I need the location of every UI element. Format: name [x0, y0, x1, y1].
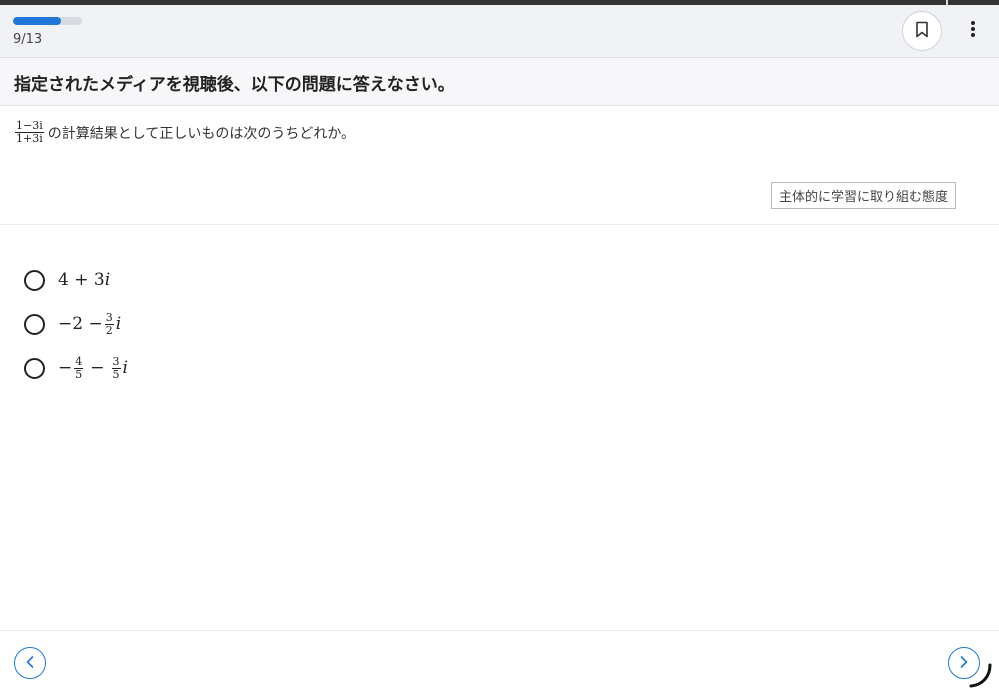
option-1-expr: 4 + 3	[58, 270, 105, 290]
header: 9/13	[0, 5, 999, 58]
fraction-numerator: 3	[111, 354, 121, 369]
bookmark-icon	[915, 21, 929, 42]
fraction-numerator: 4	[74, 354, 84, 369]
option-3-minus: −	[90, 358, 105, 378]
more-options-button[interactable]	[962, 17, 984, 45]
option-3-fraction-2: 3 5	[111, 354, 121, 381]
option-3-imag: i	[122, 358, 128, 378]
instruction-text: 指定されたメディアを視聴後、以下の問題に答えなさい。	[14, 75, 455, 95]
option-2-expr: −2 −	[58, 314, 103, 334]
question-line: 1−3i 1+3i の計算結果として正しいものは次のうちどれか。	[15, 120, 355, 145]
option-2-fraction: 3 2	[104, 310, 114, 337]
progress-bar	[13, 17, 82, 25]
bookmark-button[interactable]	[902, 11, 942, 51]
option-3-text: − 4 5 − 3 5 i	[58, 354, 128, 381]
question-area: 1−3i 1+3i の計算結果として正しいものは次のうちどれか。 主体的に学習に…	[0, 106, 999, 225]
resize-corner-icon	[968, 663, 994, 693]
option-2-imag: i	[115, 314, 122, 334]
radio-button[interactable]	[24, 313, 45, 335]
option-3-sign: −	[58, 358, 73, 378]
fraction-denominator: 1+3i	[16, 132, 43, 145]
previous-button[interactable]	[14, 647, 46, 679]
assessment-tag: 主体的に学習に取り組む態度	[771, 182, 957, 209]
answer-options: 4 + 3i −2 − 3 2 i − 4 5 − 3 5 i	[24, 258, 128, 390]
radio-button[interactable]	[24, 269, 45, 291]
option-1-text: 4 + 3i	[58, 270, 110, 290]
footer-nav	[0, 630, 999, 693]
more-vertical-icon	[970, 20, 976, 42]
option-2[interactable]: −2 − 3 2 i	[24, 302, 128, 346]
option-2-text: −2 − 3 2 i	[58, 310, 122, 337]
question-text: の計算結果として正しいものは次のうちどれか。	[47, 125, 356, 142]
chevron-left-icon	[25, 654, 35, 673]
question-counter: 9/13	[13, 32, 43, 47]
option-1-imag: i	[104, 270, 111, 290]
radio-button[interactable]	[24, 357, 45, 379]
progress-fill	[13, 17, 61, 25]
option-1[interactable]: 4 + 3i	[24, 258, 128, 302]
option-3[interactable]: − 4 5 − 3 5 i	[24, 346, 128, 390]
fraction-denominator: 2	[105, 323, 113, 337]
instruction-bar: 指定されたメディアを視聴後、以下の問題に答えなさい。	[0, 58, 999, 106]
question-fraction: 1−3i 1+3i	[15, 120, 44, 145]
option-3-fraction-1: 4 5	[74, 354, 84, 381]
fraction-numerator: 3	[104, 310, 114, 325]
fraction-denominator: 5	[112, 367, 120, 381]
fraction-denominator: 5	[75, 367, 83, 381]
